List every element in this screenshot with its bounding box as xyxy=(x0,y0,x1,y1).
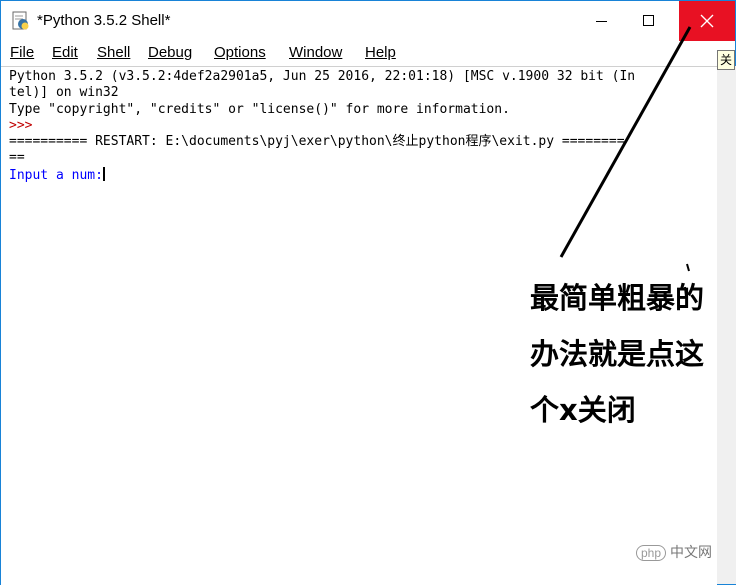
annotation-line-3: 个x关闭 xyxy=(530,393,636,427)
annotation-text: 最简单粗暴的 办法就是点这 个x关闭 xyxy=(530,270,736,438)
shell-line-info: Type "copyright", "credits" or "license(… xyxy=(9,101,510,117)
menu-options[interactable]: Options xyxy=(214,44,266,61)
shell-line-version: Python 3.5.2 (v3.5.2:4def2a2901a5, Jun 2… xyxy=(9,69,636,84)
title-bar[interactable]: *Python 3.5.2 Shell* xyxy=(1,1,735,41)
annotation-line-1: 最简单粗暴的 xyxy=(530,281,705,315)
close-tooltip: 关 xyxy=(717,50,735,70)
menu-file-label: File xyxy=(10,44,35,61)
watermark-text: 中文网 xyxy=(670,544,713,560)
maximize-button[interactable] xyxy=(625,1,671,41)
watermark: php 中文网 xyxy=(636,542,712,562)
input-prompt-text: Input a num: xyxy=(9,167,103,183)
menu-shell[interactable]: Shell xyxy=(97,44,130,61)
close-button[interactable] xyxy=(679,1,735,41)
menu-file[interactable]: File xyxy=(10,44,34,61)
menu-debug[interactable]: Debug xyxy=(148,44,192,61)
shell-restart-wrap: == xyxy=(9,150,25,166)
php-logo: php xyxy=(636,545,667,561)
shell-output: Python 3.5.2 (v3.5.2:4def2a2901a5, Jun 2… xyxy=(9,69,713,184)
window-title: *Python 3.5.2 Shell* xyxy=(37,12,171,29)
shell-restart-line: ========== RESTART: E:\documents\pyj\exe… xyxy=(9,134,625,150)
menu-edit[interactable]: Edit xyxy=(52,44,78,61)
shell-input-line[interactable]: Input a num: xyxy=(9,166,713,184)
menu-bar: File Edit Shell Debug Options Window Hel… xyxy=(1,41,717,65)
text-cursor xyxy=(102,166,105,181)
menu-help[interactable]: Help xyxy=(365,44,396,61)
menu-window-label: Window xyxy=(289,44,343,61)
python-idle-icon xyxy=(12,11,29,30)
minimize-button[interactable] xyxy=(578,1,624,41)
menu-options-label: Options xyxy=(214,44,266,61)
annotation-line-2: 办法就是点这 xyxy=(530,337,705,371)
menu-window[interactable]: Window xyxy=(289,44,342,61)
shell-line-platform: tel)] on win32 xyxy=(9,85,119,101)
menu-edit-label: Edit xyxy=(52,44,78,61)
shell-prompt: >>> xyxy=(9,117,33,133)
close-icon xyxy=(700,14,714,28)
menu-help-label: Help xyxy=(365,44,396,61)
menu-debug-label: Debug xyxy=(148,44,193,61)
menu-shell-label: Shell xyxy=(97,44,131,61)
